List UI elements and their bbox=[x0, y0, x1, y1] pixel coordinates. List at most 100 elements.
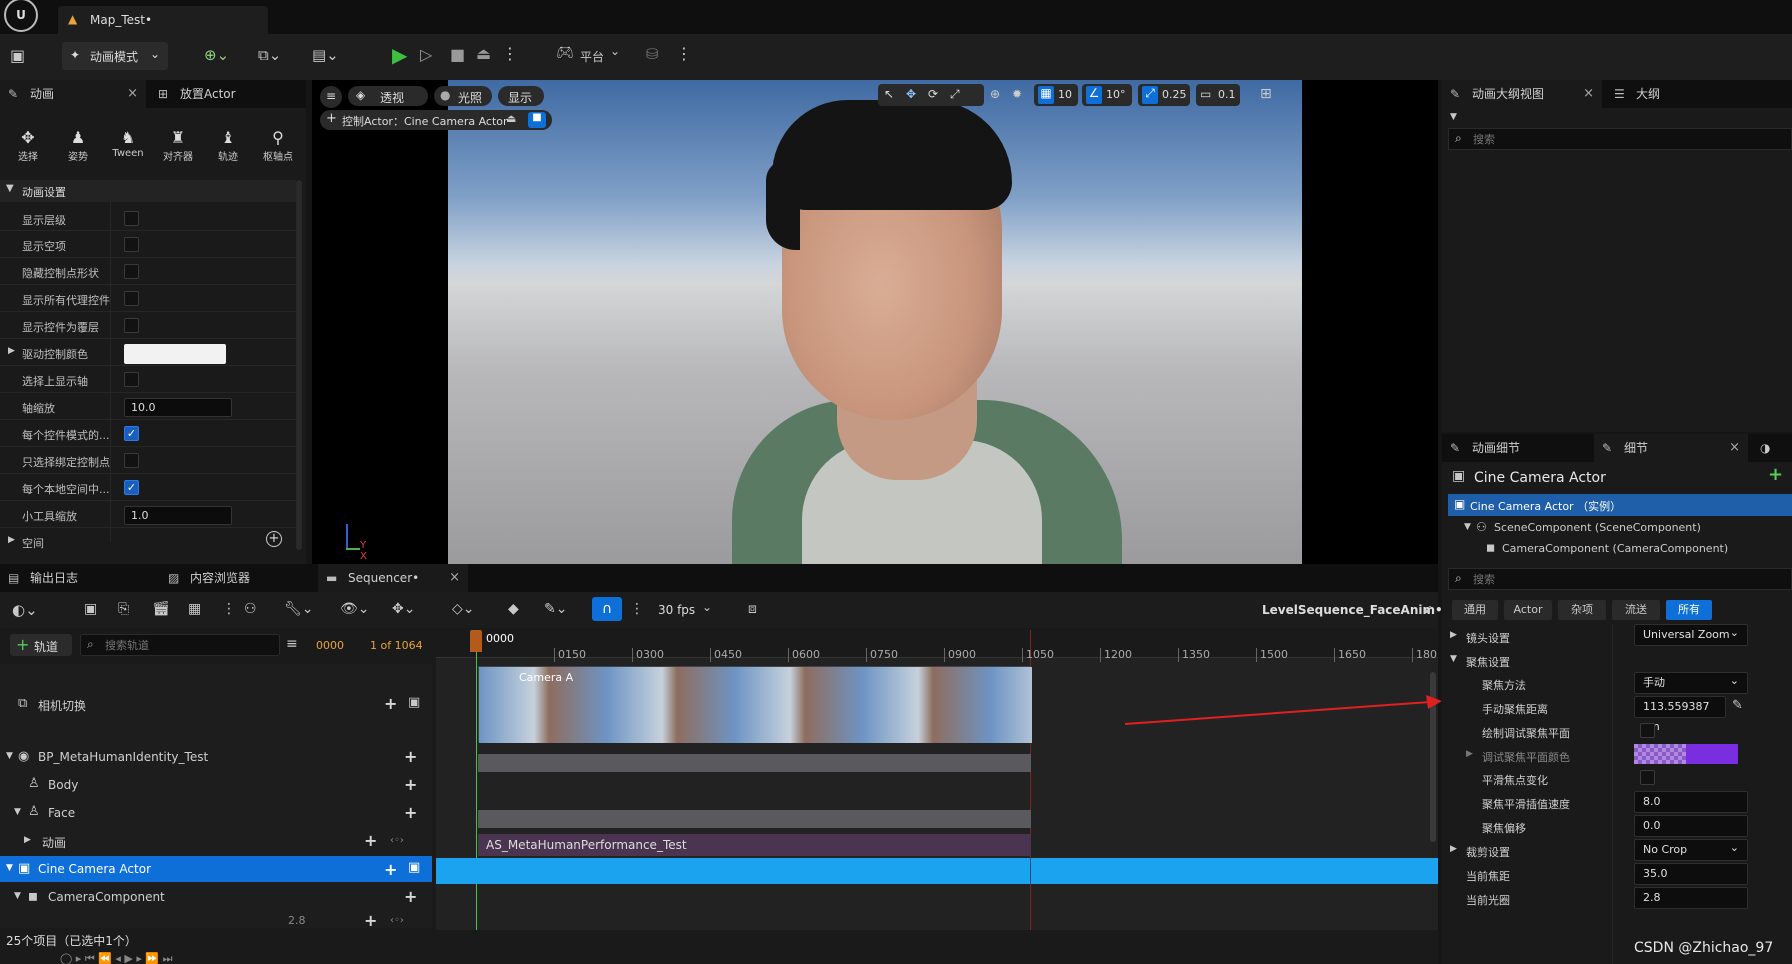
scale-snap[interactable]: ⤢ 0.25 bbox=[1138, 84, 1190, 106]
chevron-down-icon[interactable]: ▼ bbox=[1464, 522, 1471, 532]
chevron-right-icon[interactable]: ▶ bbox=[1450, 844, 1457, 854]
camera-icon[interactable]: ▣ bbox=[408, 695, 420, 710]
world-icon[interactable]: ⊕ bbox=[990, 87, 1000, 101]
play-icon[interactable]: ▶ bbox=[392, 43, 407, 67]
track-search-input[interactable] bbox=[105, 637, 275, 653]
checkbox[interactable] bbox=[124, 211, 139, 226]
filter-misc[interactable]: 杂项 bbox=[1558, 600, 1606, 620]
lock-icon[interactable]: 🔓︎ bbox=[1424, 602, 1432, 617]
filter-icon[interactable]: ≡ bbox=[286, 636, 298, 652]
tab-animation[interactable]: ✎ 动画 × bbox=[0, 80, 146, 108]
chevron-down-icon[interactable]: ▼ bbox=[14, 891, 21, 901]
close-icon[interactable]: × bbox=[1583, 80, 1594, 108]
add-icon[interactable]: + bbox=[404, 889, 417, 905]
tab-content-browser[interactable]: ▨ 内容浏览器 bbox=[160, 564, 310, 592]
chevron-right-icon[interactable]: ▶ bbox=[24, 835, 31, 845]
tool-select[interactable]: ✥ 选择 bbox=[6, 128, 50, 163]
tab-outline[interactable]: ☰ 大纲 bbox=[1606, 80, 1726, 108]
platform-label[interactable]: 平台 bbox=[580, 48, 604, 65]
chevron-right-icon[interactable]: ▶ bbox=[8, 346, 15, 356]
close-icon[interactable]: × bbox=[127, 80, 138, 108]
add-icon[interactable]: + bbox=[266, 531, 282, 547]
key-nav-icon[interactable]: ‹◦› bbox=[390, 835, 404, 846]
camera-icon[interactable]: ■ bbox=[528, 112, 546, 128]
blueprint-icon[interactable]: ⧉⌄ bbox=[258, 46, 281, 64]
add-actor-icon[interactable]: ⊕⌄ bbox=[204, 46, 229, 64]
track-label[interactable]: BP_MetaHumanIdentity_Test bbox=[38, 750, 208, 764]
key-nav-icon[interactable]: ‹◦› bbox=[390, 915, 404, 926]
chevron-down-icon[interactable]: ▼ bbox=[1450, 112, 1457, 122]
track-row-selected[interactable]: ▼ ▣ Cine Camera Actor + ▣ bbox=[0, 856, 432, 882]
chevron-right-icon[interactable]: ▶ bbox=[1450, 630, 1457, 640]
wrench-icon[interactable]: 🔧︎⌄ bbox=[284, 601, 314, 617]
auto-key-icon[interactable]: ◆ bbox=[508, 601, 519, 617]
chevron-right-icon[interactable]: ▶ bbox=[1466, 749, 1473, 759]
component-camera[interactable]: CameraComponent (CameraComponent) bbox=[1502, 542, 1728, 555]
eject-icon[interactable]: ⏏ bbox=[506, 112, 516, 125]
layout-icon[interactable]: ⊞ bbox=[1260, 86, 1272, 102]
camera-speed[interactable]: ▭ 0.1 bbox=[1196, 84, 1240, 106]
camera-cut-clip[interactable]: Camera A bbox=[478, 666, 1032, 743]
tab-anim-outline[interactable]: ✎ 动画大纲视图 × bbox=[1442, 80, 1602, 108]
selected-track-lane[interactable] bbox=[436, 858, 1438, 884]
add-icon[interactable]: + bbox=[364, 913, 377, 929]
add-component-icon[interactable]: + bbox=[1768, 464, 1783, 485]
more-icon[interactable]: ⋮ bbox=[222, 601, 236, 617]
axis-scale-field[interactable]: 10.0 bbox=[124, 398, 232, 417]
lens-dropdown[interactable]: Universal Zoom ⌄ bbox=[1634, 624, 1748, 646]
debug-color-swatch[interactable] bbox=[1634, 744, 1738, 764]
animation-settings-header[interactable]: ▼ 动画设置 bbox=[0, 180, 296, 202]
camera-icon[interactable]: ▣ bbox=[408, 860, 420, 875]
tab-place-actor[interactable]: ⊞ 放置Actor bbox=[150, 80, 306, 108]
add-track-button[interactable]: + 轨道 bbox=[10, 634, 72, 656]
viewport[interactable]: ≡ ◈ 透视 ● 光照 显示 + 控制Actor：Cine Camera Act… bbox=[312, 80, 1438, 564]
select-tool-icon[interactable]: ↖ bbox=[884, 87, 894, 101]
chevron-down-icon[interactable]: ▼ bbox=[14, 807, 21, 817]
more-icon[interactable]: ⋮ bbox=[502, 44, 518, 63]
outliner-search-input[interactable] bbox=[1473, 131, 1773, 147]
filter-general[interactable]: 通用 bbox=[1452, 600, 1498, 620]
filter-streaming[interactable]: 流送 bbox=[1612, 600, 1660, 620]
focus-method-dropdown[interactable]: 手动 ⌄ bbox=[1634, 672, 1748, 694]
lighting-button[interactable]: ● 光照 bbox=[434, 86, 492, 106]
rotate-tool-icon[interactable]: ⟳ bbox=[928, 87, 938, 101]
curve-editor-icon[interactable]: ⧈ bbox=[748, 601, 757, 617]
color-swatch[interactable] bbox=[124, 344, 226, 364]
clapper-icon[interactable]: ▦ bbox=[188, 601, 201, 617]
move-tool-icon[interactable]: ✥ bbox=[906, 87, 916, 101]
track-label[interactable]: CameraComponent bbox=[48, 890, 165, 904]
transform-icon[interactable]: ✥⌄ bbox=[392, 601, 415, 617]
find-icon[interactable]: ⎘ bbox=[118, 601, 129, 617]
more-icon[interactable]: ⋮ bbox=[630, 601, 644, 617]
render-movie-icon[interactable]: 🎬︎ bbox=[152, 601, 170, 617]
tab-details[interactable]: ✎ 细节 × bbox=[1594, 434, 1748, 462]
smooth-speed-field[interactable]: 8.0 bbox=[1634, 791, 1748, 813]
save-icon[interactable]: ▣ bbox=[84, 601, 97, 617]
focus-offset-field[interactable]: 0.0 bbox=[1634, 815, 1748, 837]
face-section-bar[interactable] bbox=[478, 810, 1031, 828]
scale-tool-icon[interactable]: ⤢ bbox=[950, 87, 960, 102]
source-control-icon[interactable]: ⛁ bbox=[646, 45, 659, 63]
tool-pivot[interactable]: ⚲ 枢轴点 bbox=[256, 128, 300, 163]
checkbox[interactable] bbox=[124, 237, 139, 252]
chevron-down-icon[interactable]: ▼ bbox=[1450, 654, 1457, 664]
crop-dropdown[interactable]: No Crop ⌄ bbox=[1634, 839, 1748, 861]
checkbox[interactable] bbox=[124, 453, 139, 468]
playhead-handle[interactable] bbox=[470, 630, 482, 652]
world-icon[interactable]: ◐⌄ bbox=[12, 601, 38, 619]
current-focal-field[interactable]: 35.0 bbox=[1634, 863, 1748, 885]
track-label[interactable]: 动画 bbox=[42, 834, 66, 851]
add-icon[interactable]: + bbox=[384, 696, 397, 712]
current-aperture-field[interactable]: 2.8 bbox=[1634, 887, 1748, 909]
tab-anim-details[interactable]: ✎ 动画细节 bbox=[1442, 434, 1592, 462]
instance-row[interactable]: ▣ Cine Camera Actor （实例） bbox=[1448, 494, 1792, 516]
checkbox[interactable] bbox=[124, 372, 139, 387]
save-icon[interactable]: ▣ bbox=[10, 46, 25, 65]
unreal-logo-icon[interactable]: U bbox=[4, 0, 38, 32]
perspective-button[interactable]: ◈ 透视 bbox=[348, 86, 428, 106]
filter-actor[interactable]: Actor bbox=[1504, 600, 1552, 620]
track-search[interactable]: ⌕ bbox=[80, 634, 280, 656]
checkbox[interactable]: ✓ bbox=[124, 426, 139, 441]
tool-tween[interactable]: ♞ Tween bbox=[106, 128, 150, 159]
angle-snap[interactable]: ∠ 10° bbox=[1082, 84, 1132, 106]
